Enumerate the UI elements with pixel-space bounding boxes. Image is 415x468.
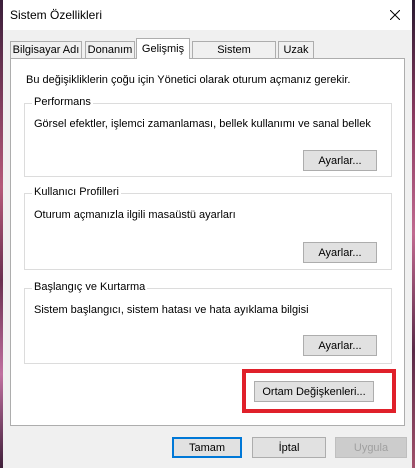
performance-group: Performans Görsel efektler, işlemci zama… — [24, 96, 392, 177]
window-title: Sistem Özellikleri — [10, 8, 103, 22]
desktop-wallpaper — [0, 0, 3, 468]
admin-notice: Bu değişikliklerin çoğu için Yönetici ol… — [26, 74, 351, 86]
cancel-button[interactable]: İptal — [252, 437, 326, 458]
startup-recovery-legend: Başlangıç ve Kurtarma — [32, 281, 148, 293]
user-profiles-group: Kullanıcı Profilleri Oturum açmanızla il… — [24, 186, 392, 270]
performance-legend: Performans — [32, 96, 93, 108]
tab-remote[interactable]: Uzak — [278, 41, 314, 58]
tab-computer-name[interactable]: Bilgisayar Adı — [10, 41, 82, 58]
close-button[interactable] — [384, 4, 406, 26]
apply-button[interactable]: Uygula — [335, 437, 407, 458]
performance-settings-button[interactable]: Ayarlar... — [303, 150, 377, 171]
user-profiles-description: Oturum açmanızla ilgili masaüstü ayarlar… — [34, 209, 236, 221]
title-bar[interactable]: Sistem Özellikleri — [3, 0, 412, 30]
user-profiles-legend: Kullanıcı Profilleri — [32, 186, 121, 198]
startup-recovery-settings-button[interactable]: Ayarlar... — [303, 335, 377, 356]
system-properties-window: Sistem Özellikleri Bilgisayar Adı Donanı… — [0, 0, 415, 468]
close-icon — [390, 10, 400, 20]
tab-system-protection[interactable]: Sistem Koruması — [192, 41, 276, 73]
tab-hardware[interactable]: Donanım — [85, 41, 135, 58]
startup-recovery-group: Başlangıç ve Kurtarma Sistem başlangıcı,… — [24, 281, 392, 364]
user-profiles-settings-button[interactable]: Ayarlar... — [303, 242, 377, 263]
highlight-annotation-box — [242, 369, 396, 413]
ok-button[interactable]: Tamam — [172, 437, 242, 458]
tab-advanced[interactable]: Gelişmiş — [136, 38, 190, 59]
startup-recovery-description: Sistem başlangıcı, sistem hatası ve hata… — [34, 304, 309, 316]
performance-description: Görsel efektler, işlemci zamanlaması, be… — [34, 118, 371, 130]
